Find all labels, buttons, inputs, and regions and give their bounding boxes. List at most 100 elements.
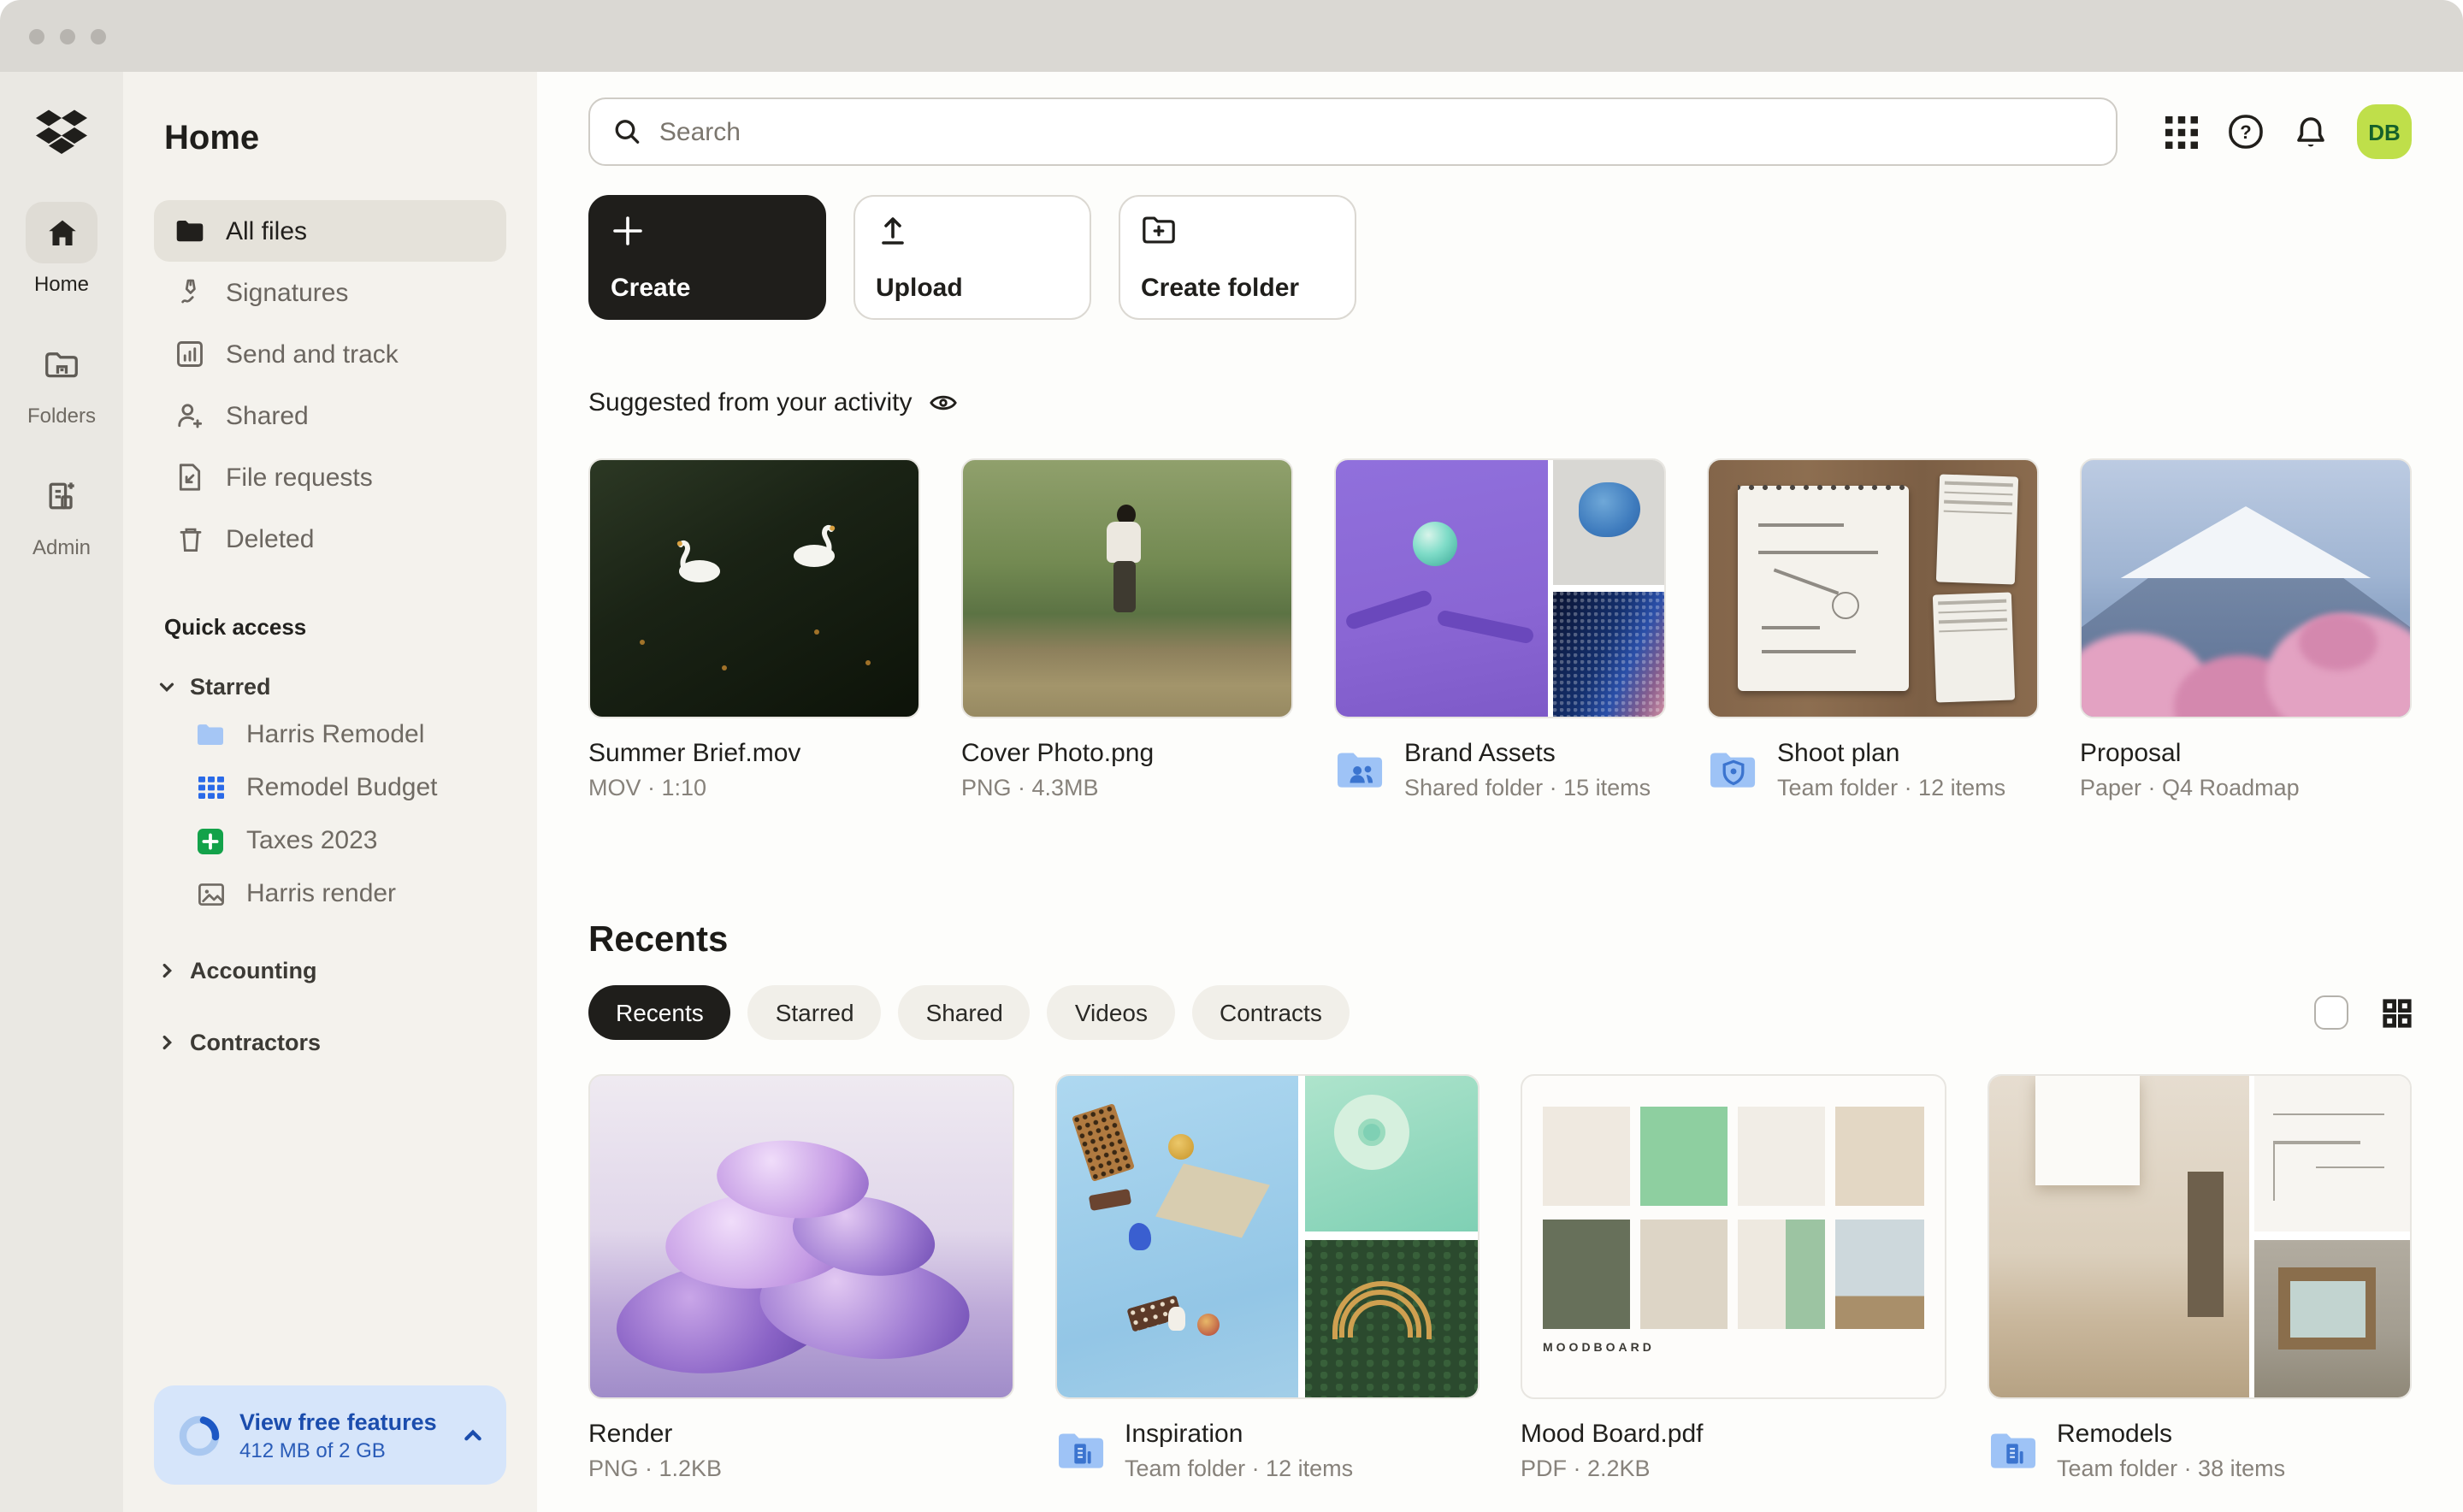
file-meta: Remodels Team folder · 38 items [1987,1420,2412,1481]
bottlecap-shape [1196,1314,1219,1336]
sidebar-item-remodel-budget[interactable]: Remodel Budget [154,761,506,814]
sidebar-item-all-files[interactable]: All files [154,200,506,262]
window-minimize-button[interactable] [60,28,75,44]
main-content: ? DB Create [537,72,2463,1512]
window-close-button[interactable] [29,28,44,44]
rail-nav: Home Folders [26,202,97,597]
teal-ball [1412,522,1456,566]
plus-icon [611,214,645,248]
upload-button[interactable]: Upload [853,195,1091,320]
create-folder-button[interactable]: Create folder [1119,195,1356,320]
swan-shape [781,517,849,571]
folder-title[interactable]: Inspiration [1125,1420,1353,1449]
signature-pen-icon [174,277,205,308]
collage-shell-panel [1552,460,1664,585]
filter-chip-starred[interactable]: Starred [748,985,882,1040]
sidebar-group-label: Starred [190,673,271,699]
file-meta: Mood Board.pdf PDF · 2.2KB [1521,1420,1946,1481]
folder-title[interactable]: Brand Assets [1404,739,1651,768]
thumbnail-cover-photo[interactable] [961,458,1293,718]
paper-line [1940,628,2008,633]
recents-heading: Recents [588,920,2412,961]
file-meta: Brand Assets Shared folder · 15 items [1334,739,1666,800]
dropbox-logo-icon[interactable] [36,109,87,157]
collage-torus-panel [1305,1076,1478,1231]
folder-card-brand-assets: Brand Assets Shared folder · 15 items [1334,458,1666,800]
thumbnail-proposal[interactable] [2080,458,2412,718]
file-title[interactable]: Cover Photo.png [961,739,1154,768]
window-controls[interactable] [29,28,106,44]
rail-item-home[interactable]: Home [26,202,97,296]
create-button[interactable]: Create [588,195,826,320]
file-card-mood-board: MOODBOARD Mood Board.pdf PDF · 2.2KB [1521,1074,1946,1481]
sidebar-item-label: Harris render [246,879,396,908]
green-torus-shape [1334,1095,1409,1170]
sidebar-item-send-and-track[interactable]: Send and track [154,323,506,385]
moodboard-tile [1836,1107,1923,1206]
view-free-features-banner[interactable]: View free features 412 MB of 2 GB [154,1385,506,1485]
chip-label: Videos [1075,999,1148,1026]
sketch-line [1762,625,1820,629]
moodboard-tile [1739,1107,1826,1206]
view-controls [2314,995,2412,1030]
collage-slinky-panel [1305,1240,1478,1397]
snow-cap-shape [2080,506,2412,578]
file-title[interactable]: Proposal [2080,739,2300,768]
search-input[interactable] [659,117,2094,146]
sidebar-group-accounting[interactable]: Accounting [154,948,506,992]
filter-chip-contracts[interactable]: Contracts [1192,985,1350,1040]
folder-title[interactable]: Remodels [2057,1420,2285,1449]
sidebar-item-signatures[interactable]: Signatures [154,262,506,323]
thumbnail-render[interactable] [588,1074,1013,1399]
sidebar-item-harris-remodel[interactable]: Harris Remodel [154,708,506,761]
eye-icon[interactable] [930,392,959,414]
filter-chip-videos[interactable]: Videos [1048,985,1175,1040]
window-zoom-button[interactable] [91,28,106,44]
thumbnail-shoot-plan[interactable] [1707,458,2039,718]
thumbnail-inspiration[interactable] [1054,1074,1480,1399]
topbar-icons: ? DB [2165,104,2412,159]
rail-item-admin[interactable]: Admin [26,465,97,559]
chevron-right-icon [157,1032,176,1051]
help-icon[interactable]: ? [2227,113,2265,151]
domino-shape [1071,1103,1134,1182]
filter-chip-shared[interactable]: Shared [899,985,1031,1040]
file-subtitle: PNG · 1.2KB [588,1456,722,1481]
filter-chip-recents[interactable]: Recents [588,985,731,1040]
person-add-icon [174,400,205,431]
folder-title[interactable]: Shoot plan [1777,739,2005,768]
blossom-blob [2298,614,2377,670]
rail-item-folders[interactable]: Folders [26,334,97,428]
file-title[interactable]: Summer Brief.mov [588,739,800,768]
thumbnail-mood-board[interactable]: MOODBOARD [1521,1074,1946,1399]
leaf-speck [640,640,645,645]
moodboard-row [1543,1107,1923,1206]
select-all-checkbox[interactable] [2314,995,2348,1030]
sidebar-item-shared[interactable]: Shared [154,385,506,446]
sketch-line [2272,1142,2275,1201]
thumbnail-brand-assets[interactable] [1334,458,1666,718]
sidebar-item-harris-render[interactable]: Harris render [154,867,506,920]
notebook-spiral [1739,481,1910,491]
sidebar-group-label: Contractors [190,1029,321,1054]
chevron-up-icon[interactable] [462,1424,484,1446]
file-title[interactable]: Render [588,1420,722,1449]
notifications-bell-icon[interactable] [2294,114,2328,150]
quick-access-heading: Quick access [154,614,506,640]
action-cards: Create Upload Create folder [588,195,2412,320]
home-icon [26,202,97,263]
search-bar[interactable] [588,97,2117,166]
file-title[interactable]: Mood Board.pdf [1521,1420,1704,1449]
avatar[interactable]: DB [2357,104,2412,159]
figure-shirt [1107,522,1142,563]
green-sheet-icon [195,827,226,854]
sidebar-item-file-requests[interactable]: File requests [154,446,506,508]
sidebar-group-contractors[interactable]: Contractors [154,1019,506,1064]
thumbnail-remodels[interactable] [1987,1074,2412,1399]
sidebar-item-taxes-2023[interactable]: Taxes 2023 [154,814,506,867]
sidebar-group-starred[interactable]: Starred [154,664,506,708]
apps-grid-icon[interactable] [2165,115,2198,148]
sidebar-item-deleted[interactable]: Deleted [154,508,506,570]
thumbnail-summer-brief[interactable] [588,458,920,718]
grid-view-icon[interactable] [2383,998,2412,1027]
